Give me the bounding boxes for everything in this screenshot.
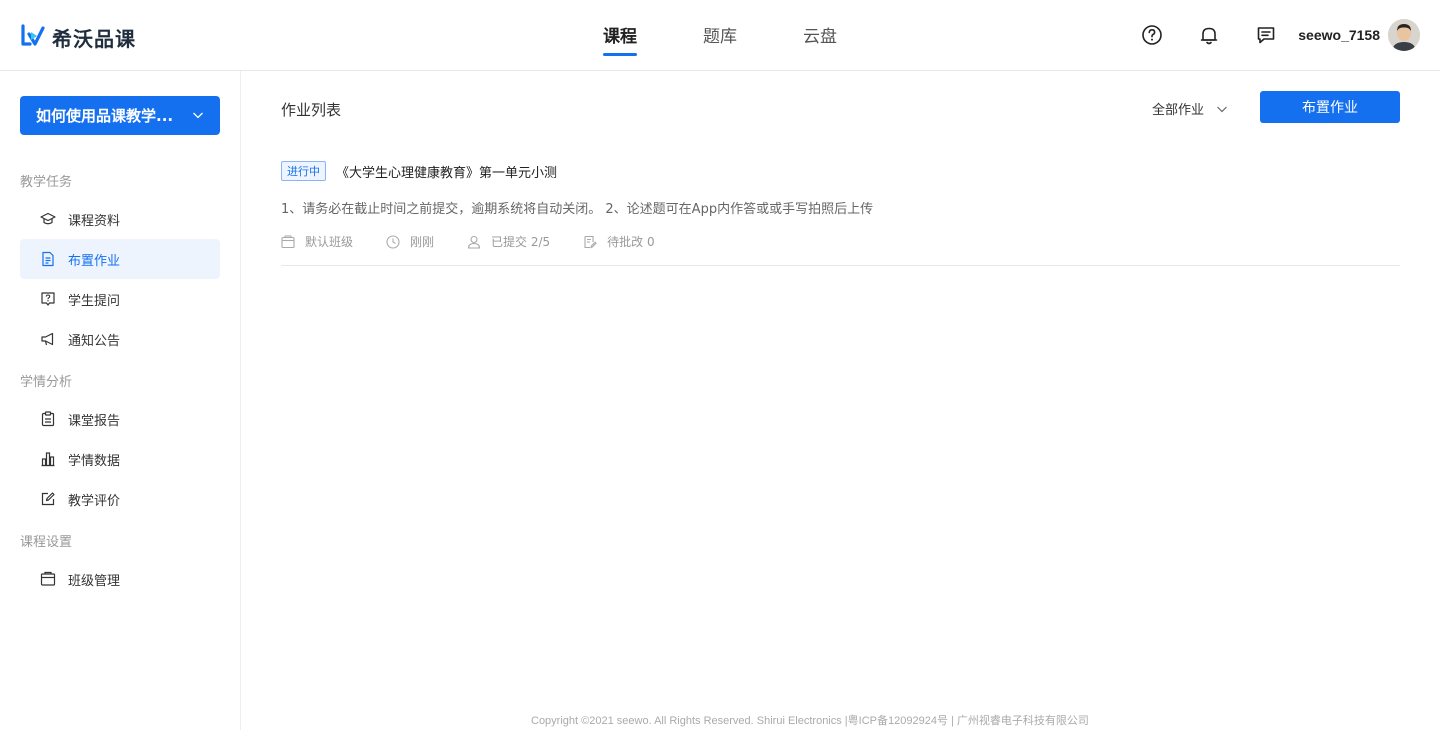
group-label-course-settings: 课程设置 [20, 535, 73, 550]
sidebar-item-course-materials[interactable]: 课程资料 [20, 199, 220, 239]
assign-homework-button[interactable]: 布置作业 [1260, 91, 1400, 123]
help-icon[interactable] [1140, 23, 1164, 47]
active-tab-indicator [603, 53, 637, 56]
sidebar-item-label: 学生提问 [68, 293, 121, 309]
bar-chart-icon [40, 451, 56, 467]
clipboard-icon [40, 411, 56, 427]
page-title: 作业列表 [281, 101, 342, 119]
nav-tab-label: 题库 [703, 27, 737, 47]
meta-class: 默认班级 [281, 233, 353, 250]
app-name: 希沃品课 [52, 26, 136, 51]
homework-description: 1、请务必在截止时间之前提交，逾期系统将自动关闭。 2、论述题可在App内作答或… [281, 202, 874, 217]
avatar[interactable] [1388, 19, 1420, 51]
sidebar-item-label: 课程资料 [68, 213, 121, 229]
course-name: 如何使用品课教学... [36, 107, 174, 125]
meta-time: 刚刚 [386, 233, 434, 250]
logo-icon [20, 22, 46, 52]
nav-tab-label: 课程 [603, 27, 637, 47]
question-bubble-icon [40, 291, 56, 307]
graduation-cap-icon [40, 211, 56, 227]
megaphone-icon [40, 331, 56, 347]
group-label-learning-analysis: 学情分析 [20, 375, 73, 390]
meta-class-name: 默认班级 [305, 235, 354, 249]
sidebar-item-assign-homework[interactable]: 布置作业 [20, 239, 220, 279]
main-content: 作业列表 全部作业 布置作业 进行中 《大学生心理健康教育》第一单元小测 1、请… [241, 71, 1440, 730]
bell-icon[interactable] [1197, 23, 1221, 47]
homework-list-item[interactable]: 进行中 《大学生心理健康教育》第一单元小测 1、请务必在截止时间之前提交，逾期系… [281, 161, 1400, 266]
nav-tab-label: 云盘 [803, 27, 837, 47]
app-logo[interactable]: 希沃品课 [20, 22, 136, 52]
homework-meta: 默认班级 刚刚 已提交 2/5 待批改 0 [281, 233, 688, 250]
homework-filter-dropdown[interactable]: 全部作业 [1152, 99, 1228, 118]
sidebar-item-label: 通知公告 [68, 333, 121, 349]
sidebar-item-announcements[interactable]: 通知公告 [20, 319, 220, 359]
sidebar-item-label: 课堂报告 [68, 413, 121, 429]
filter-label: 全部作业 [1152, 103, 1205, 118]
sidebar-item-student-questions[interactable]: 学生提问 [20, 279, 220, 319]
course-selector[interactable]: 如何使用品课教学... [20, 96, 220, 135]
meta-submitted-text: 已提交 2/5 [491, 235, 551, 249]
username[interactable]: seewo_7158 [1298, 27, 1380, 43]
sidebar-item-class-report[interactable]: 课堂报告 [20, 399, 220, 439]
sidebar-item-teaching-evaluation[interactable]: 教学评价 [20, 479, 220, 519]
chevron-down-icon [1217, 106, 1227, 112]
sidebar-item-label: 学情数据 [68, 453, 121, 469]
user-icon [467, 235, 481, 249]
homework-title-row: 进行中 《大学生心理健康教育》第一单元小测 [281, 161, 557, 181]
sidebar-item-label: 班级管理 [68, 573, 121, 589]
sidebar-item-learning-data[interactable]: 学情数据 [20, 439, 220, 479]
document-icon [40, 251, 56, 267]
message-icon[interactable] [1254, 23, 1278, 47]
sidebar-item-label: 教学评价 [68, 493, 121, 509]
class-box-icon [281, 234, 295, 248]
class-box-icon [40, 571, 56, 587]
meta-to-grade: 待批改 0 [583, 233, 655, 250]
chevron-down-icon [193, 112, 203, 119]
footer-copyright: Copyright ©2021 seewo. All Rights Reserv… [531, 715, 1089, 727]
clock-icon [386, 234, 400, 249]
grading-icon [584, 235, 597, 248]
nav-tab-courses[interactable]: 课程 [603, 22, 637, 56]
sidebar: 如何使用品课教学... 教学任务 课程资料 布置作业 学生提问 通知公告 学情分… [0, 71, 241, 730]
meta-submitted: 已提交 2/5 [467, 233, 550, 250]
meta-to-grade-text: 待批改 0 [607, 235, 655, 249]
edit-icon [40, 491, 56, 507]
top-bar: 希沃品课 课程 题库 云盘 seewo_7158 [0, 0, 1440, 71]
nav-tab-cloud-drive[interactable]: 云盘 [803, 22, 837, 47]
group-label-teaching-tasks: 教学任务 [20, 175, 73, 190]
homework-title[interactable]: 《大学生心理健康教育》第一单元小测 [336, 162, 557, 181]
sidebar-item-label: 布置作业 [68, 253, 121, 269]
header-actions: seewo_7158 [1140, 18, 1420, 52]
sidebar-item-class-management[interactable]: 班级管理 [20, 559, 220, 599]
nav-tab-question-bank[interactable]: 题库 [703, 22, 737, 47]
meta-time-text: 刚刚 [410, 235, 435, 249]
status-badge: 进行中 [281, 161, 326, 181]
